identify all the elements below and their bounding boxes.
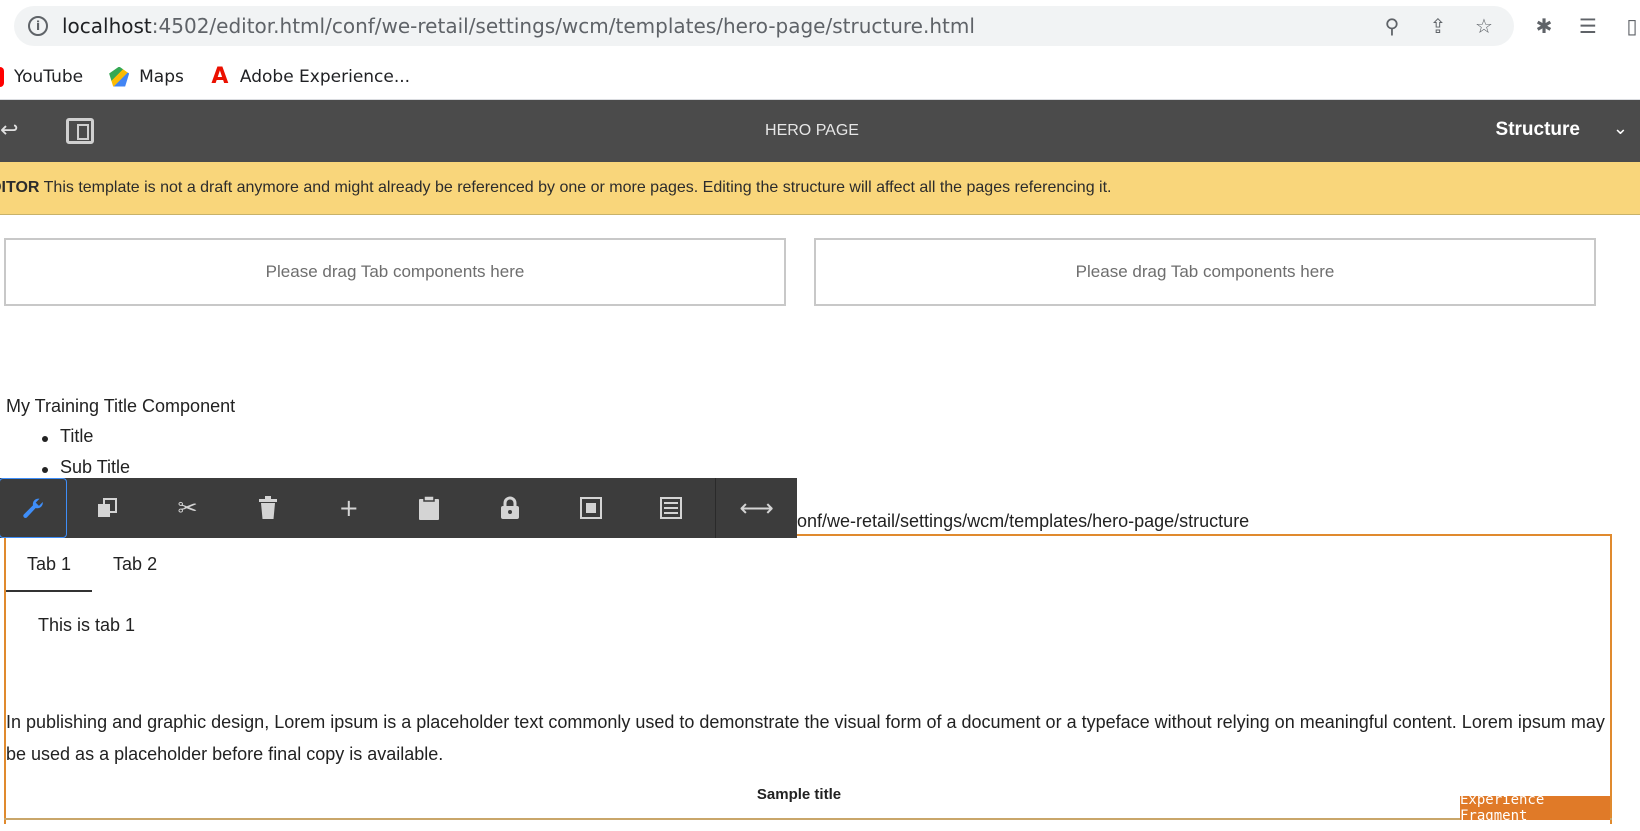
adobe-icon: A (211, 63, 229, 89)
sample-title: Sample title (756, 786, 842, 803)
list-icon[interactable] (631, 478, 712, 538)
zoom-icon[interactable]: ⚲ (1380, 14, 1404, 38)
address-bar[interactable]: i localhost:4502/editor.html/conf/we-ret… (14, 6, 1514, 46)
banner-message: This template is not a draft anymore and… (39, 179, 1112, 196)
bookmark-adobe[interactable]: A Adobe Experience... (210, 63, 411, 89)
bookmarks-bar: YouTube Maps A Adobe Experience... (0, 54, 1640, 100)
site-info-icon[interactable]: i (28, 16, 48, 36)
chevron-down-icon[interactable]: ⌄ (1613, 118, 1628, 139)
tab-dropzone-right[interactable]: Please drag Tab components here (814, 238, 1596, 306)
editor-header: ↩ HERO PAGE Structure ⌄ (0, 100, 1640, 162)
bookmark-star-icon[interactable]: ☆ (1472, 14, 1496, 38)
title-component-heading[interactable]: My Training Title Component (6, 396, 235, 417)
divider (4, 818, 1612, 820)
insert-icon[interactable]: + (308, 478, 389, 538)
bookmark-label: Maps (139, 66, 184, 87)
side-panel-icon[interactable]: ▯ (1620, 14, 1640, 38)
bookmark-maps[interactable]: Maps (109, 66, 184, 87)
dropzone-label: Please drag Tab components here (1075, 262, 1335, 281)
url-text[interactable]: localhost:4502/editor.html/conf/we-retai… (62, 14, 975, 38)
bookmark-youtube[interactable]: YouTube (0, 66, 84, 87)
banner-prefix: DITOR (0, 179, 40, 196)
maps-icon (109, 66, 130, 87)
bookmark-label: YouTube (14, 66, 84, 87)
component-toolbar: ✂ + ⟷ (0, 478, 797, 538)
tab-panel-content: This is tab 1 (38, 615, 136, 635)
page-title: HERO PAGE (765, 122, 859, 139)
text-component[interactable]: In publishing and graphic design, Lorem … (6, 706, 1606, 770)
list-item: Title (40, 426, 130, 457)
bookmark-label: Adobe Experience... (239, 66, 411, 87)
browser-toolbar: i localhost:4502/editor.html/conf/we-ret… (0, 0, 1640, 54)
experience-fragment-badge[interactable]: Experience Fragment (1460, 792, 1610, 824)
template-warning-banner: DITOR This template is not a draft anymo… (0, 162, 1640, 215)
tab-dropzone-left[interactable]: Please drag Tab components here (4, 238, 786, 306)
resize-icon[interactable]: ⟷ (716, 478, 797, 538)
extensions-icon[interactable]: ✱ (1532, 14, 1556, 38)
tab-list: Tab 1 Tab 2 (6, 548, 178, 592)
delete-icon[interactable] (228, 478, 309, 538)
tab-2[interactable]: Tab 2 (92, 548, 178, 592)
frame-icon[interactable] (550, 478, 631, 538)
copy-icon[interactable] (67, 478, 148, 538)
cut-icon[interactable]: ✂ (147, 478, 228, 538)
youtube-icon (0, 66, 4, 87)
lock-icon[interactable] (470, 478, 551, 538)
dropzone-label: Please drag Tab components here (265, 262, 525, 281)
reading-list-icon[interactable]: ☰ (1576, 14, 1600, 38)
selected-component-frame[interactable] (4, 534, 1612, 824)
paste-icon[interactable] (389, 478, 470, 538)
url-host: localhost (62, 14, 152, 38)
tab-1[interactable]: Tab 1 (6, 548, 93, 592)
template-path-text: onf/we-retail/settings/wcm/templates/her… (797, 511, 1250, 531)
wrench-icon[interactable] (0, 478, 67, 538)
mode-selector[interactable]: Structure (1496, 119, 1580, 141)
url-path: :4502/editor.html/conf/we-retail/setting… (151, 14, 975, 38)
share-icon[interactable]: ⇪ (1426, 14, 1450, 38)
